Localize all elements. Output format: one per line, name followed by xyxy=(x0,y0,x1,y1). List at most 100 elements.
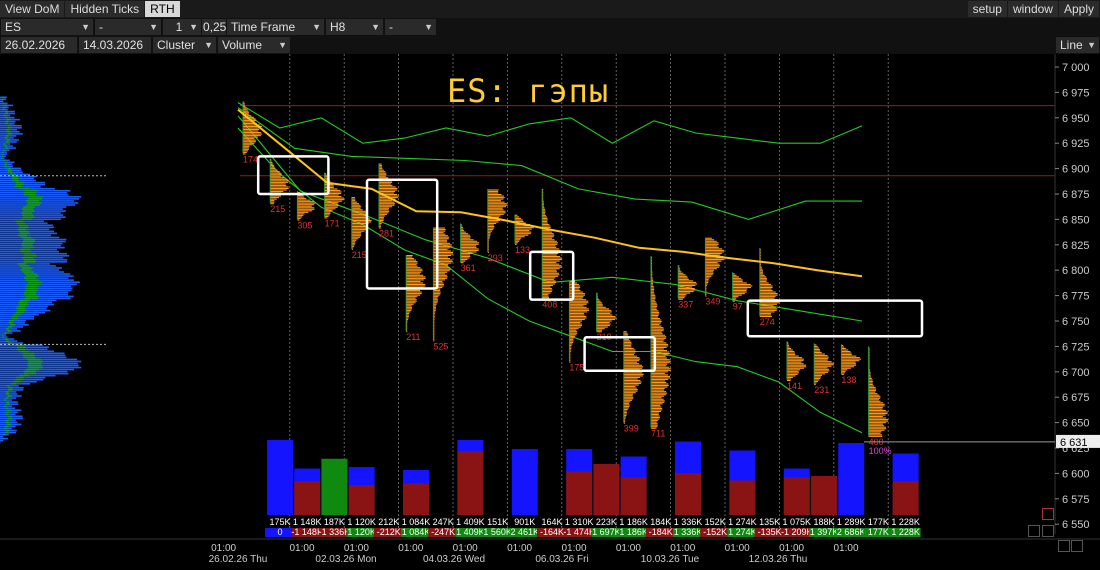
cluster-row xyxy=(651,293,655,295)
cluster-row xyxy=(759,293,778,295)
chart-type-select[interactable]: Cluster ▼ xyxy=(153,37,216,53)
cluster-row xyxy=(569,318,585,321)
render-select[interactable]: Line ▼ xyxy=(1056,37,1099,53)
cluster-row xyxy=(759,312,772,314)
tab-rth[interactable]: RTH xyxy=(145,1,180,17)
cluster-row xyxy=(243,148,249,150)
window-button[interactable]: window xyxy=(1007,1,1058,17)
cluster-total-label: 337 xyxy=(678,300,693,310)
cluster-row xyxy=(814,371,829,373)
profile-row-delta xyxy=(12,179,19,182)
cluster-row xyxy=(379,209,389,211)
cluster-row xyxy=(841,349,849,351)
cluster-row xyxy=(487,226,495,228)
cluster-row xyxy=(651,400,665,402)
cluster-row xyxy=(297,216,303,218)
cluster-row xyxy=(460,242,480,244)
cluster-row xyxy=(569,309,590,311)
cluster-total-label: 141 xyxy=(787,381,802,391)
cluster-row xyxy=(868,429,885,431)
cluster-row xyxy=(705,277,710,279)
profile-row-delta xyxy=(23,372,37,375)
field7-select[interactable]: - ▼ xyxy=(385,19,436,35)
cluster-row xyxy=(868,412,888,415)
profile-row-delta xyxy=(11,315,19,318)
profile-row-delta xyxy=(1,439,2,442)
profile-row-delta xyxy=(23,291,37,294)
grid-icon[interactable] xyxy=(1042,525,1054,537)
tab-hidden-ticks[interactable]: Hidden Ticks xyxy=(65,1,145,17)
cluster-row xyxy=(596,303,603,305)
step-field[interactable]: 0,25 xyxy=(202,19,226,35)
volume-bar-bid xyxy=(348,485,375,515)
cluster-row xyxy=(759,303,777,305)
cluster-row xyxy=(351,233,362,235)
cluster-row xyxy=(623,360,640,362)
cluster-row xyxy=(705,262,718,264)
profile-row-delta xyxy=(2,334,4,336)
cluster-row xyxy=(651,365,667,367)
cluster-row xyxy=(705,252,722,255)
resize-icon[interactable] xyxy=(1042,508,1054,520)
cluster-total-label: 525 xyxy=(433,341,448,351)
mode-select[interactable]: Time Frame ▼ xyxy=(227,19,324,35)
timeframe-select[interactable]: H8 ▼ xyxy=(326,19,383,35)
cluster-row xyxy=(759,311,775,313)
cluster-row xyxy=(596,302,602,304)
cluster-row xyxy=(651,391,667,393)
cluster-row xyxy=(651,426,658,428)
cluster-row xyxy=(787,354,796,356)
cluster-chart[interactable]: 174 215 305 171 215 281 211 525 361 293 133 408 175 2… xyxy=(0,54,1100,570)
profile-row-delta xyxy=(12,380,20,383)
cluster-row xyxy=(651,321,662,323)
setup-button[interactable]: setup xyxy=(967,1,1007,17)
profile-row-delta xyxy=(15,183,24,186)
apply-button[interactable]: Apply xyxy=(1058,1,1099,17)
cluster-row xyxy=(351,232,362,234)
quantity-stepper[interactable]: 1 ▼ xyxy=(163,19,201,35)
cluster-row xyxy=(651,383,669,385)
cluster-row xyxy=(814,348,820,351)
cluster-row xyxy=(651,311,660,313)
cluster-row xyxy=(433,236,450,238)
profile-row-delta xyxy=(18,230,29,233)
field2-select[interactable]: - ▼ xyxy=(95,19,161,35)
cluster-row xyxy=(460,231,466,233)
cluster-row xyxy=(460,257,470,259)
cluster-row xyxy=(324,202,339,204)
cluster-row xyxy=(379,201,395,203)
cluster-row xyxy=(379,181,393,183)
delta-value-label: 2 461K xyxy=(511,527,540,537)
cluster-row xyxy=(406,261,418,263)
symbol-value: ES xyxy=(5,20,22,34)
profile-row-delta xyxy=(5,413,9,416)
volume-bar-bid xyxy=(403,483,429,515)
cluster-row xyxy=(542,266,562,268)
scroll-right-icon[interactable] xyxy=(1071,540,1083,552)
cluster-row xyxy=(569,296,584,298)
cluster-row xyxy=(270,186,289,188)
cluster-row xyxy=(651,304,658,306)
metric-select[interactable]: Volume ▼ xyxy=(218,37,290,53)
cluster-total-label: 97 xyxy=(733,302,743,312)
cluster-row xyxy=(270,197,280,199)
cluster-total-label: 349 xyxy=(705,297,720,307)
cluster-row xyxy=(651,406,662,408)
cluster-row xyxy=(433,265,448,267)
scroll-left-icon[interactable] xyxy=(1058,540,1070,552)
cluster-row xyxy=(623,402,630,404)
price-tick-label: 6 775 xyxy=(1062,291,1090,303)
symbol-select[interactable]: ES ▼ xyxy=(1,19,93,35)
profile-row-delta xyxy=(23,238,36,241)
cluster-row xyxy=(542,271,557,273)
volume-value-label: 151K xyxy=(487,517,508,527)
tab-view-dom[interactable]: View DoM xyxy=(0,1,65,17)
cluster-row xyxy=(351,230,365,232)
grid-icon[interactable] xyxy=(1028,525,1040,537)
date-from-field[interactable]: 26.02.2026 xyxy=(1,37,77,53)
cluster-row xyxy=(542,260,560,262)
date-to-field[interactable]: 14.03.2026 xyxy=(79,37,151,53)
cluster-row xyxy=(569,323,582,325)
cluster-total-label: 211 xyxy=(406,332,420,342)
volume-bar-bid xyxy=(811,476,837,515)
